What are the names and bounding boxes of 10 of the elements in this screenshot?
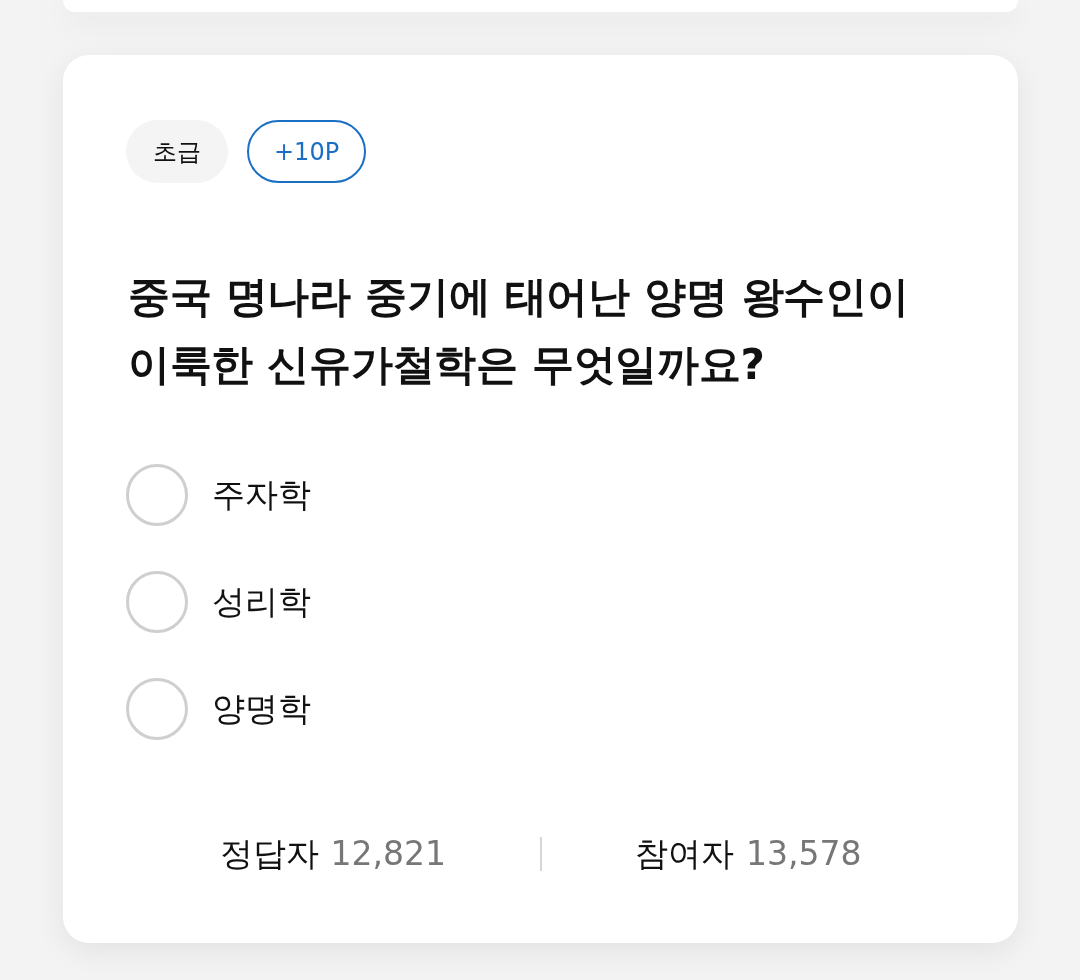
stat-value: 12,821 <box>330 833 446 875</box>
stat-label: 정답자 <box>219 833 319 875</box>
option-label[interactable]: 성리학 <box>212 580 311 624</box>
level-tag: 초급 <box>126 120 228 183</box>
question-text: 중국 명나라 중기에 태어난 양명 왕수인이 이룩한 신유가철학은 무엇일까요? <box>127 271 910 391</box>
option-label[interactable]: 양명학 <box>212 687 311 731</box>
stat-value: 13,578 <box>746 833 862 875</box>
option-label[interactable]: 주자학 <box>212 473 311 517</box>
stat-label: 참여자 <box>635 833 734 875</box>
points-tag: +10P <box>247 120 367 183</box>
